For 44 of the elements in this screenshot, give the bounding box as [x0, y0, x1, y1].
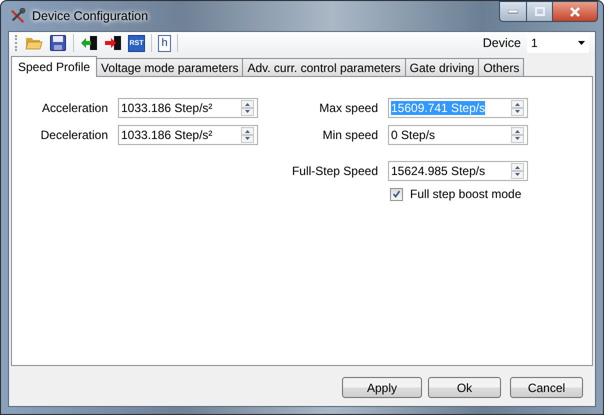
- maximize-icon: [534, 7, 544, 16]
- checkbox[interactable]: [390, 188, 403, 200]
- spin-field[interactable]: 0 Step/s: [388, 125, 528, 145]
- device-dropdown[interactable]: 1: [527, 33, 589, 53]
- dialog-button[interactable]: Cancel: [510, 377, 583, 398]
- field-value: 15624.985 Step/s: [391, 164, 486, 178]
- field-value: 0 Step/s: [391, 128, 436, 142]
- field-label: Full-Step Speed: [290, 163, 379, 180]
- tab[interactable]: Gate driving: [404, 58, 480, 76]
- help-icon[interactable]: h: [158, 34, 171, 52]
- spin-field[interactable]: 1033.186 Step/s²: [118, 98, 258, 118]
- spin-field[interactable]: 1033.186 Step/s²: [118, 125, 258, 145]
- close-button[interactable]: [553, 1, 598, 22]
- tab[interactable]: Others: [478, 58, 524, 76]
- tab[interactable]: Speed Profile: [11, 56, 98, 77]
- import-icon[interactable]: [80, 34, 98, 52]
- spin-arrows-icon[interactable]: [511, 163, 524, 179]
- field-label: Acceleration: [40, 101, 109, 115]
- checkbox-label: Full step boost mode: [410, 187, 522, 201]
- minimize-icon: [508, 10, 518, 14]
- field-label: Min speed: [322, 128, 379, 142]
- minimize-button[interactable]: [499, 1, 527, 22]
- tools-icon: [10, 8, 26, 24]
- close-icon: [569, 6, 581, 16]
- window-title: Device Configuration: [32, 9, 150, 23]
- spin-field[interactable]: 15624.985 Step/s: [388, 161, 528, 181]
- spin-arrows-icon[interactable]: [241, 100, 254, 116]
- save-icon[interactable]: [49, 34, 67, 52]
- field-value: 1033.186 Step/s²: [121, 101, 212, 115]
- tab[interactable]: Adv. curr. control parameters: [242, 58, 406, 76]
- dialog-button[interactable]: Apply: [342, 377, 422, 398]
- maximize-button[interactable]: [527, 1, 553, 22]
- dialog-button[interactable]: Ok: [428, 377, 501, 398]
- field-label: Deceleration: [40, 128, 109, 142]
- field-value: 1033.186 Step/s²: [121, 128, 212, 142]
- export-icon[interactable]: [104, 34, 122, 52]
- device-label: Device: [482, 36, 521, 50]
- field-value: 15609.741 Step/s: [391, 101, 486, 115]
- spin-arrows-icon[interactable]: [241, 127, 254, 143]
- spin-arrows-icon[interactable]: [511, 127, 524, 143]
- caret-icon: [578, 41, 585, 45]
- field-label: Max speed: [318, 101, 379, 115]
- spin-arrows-icon[interactable]: [511, 100, 524, 116]
- tab[interactable]: Voltage mode parameters: [96, 58, 244, 76]
